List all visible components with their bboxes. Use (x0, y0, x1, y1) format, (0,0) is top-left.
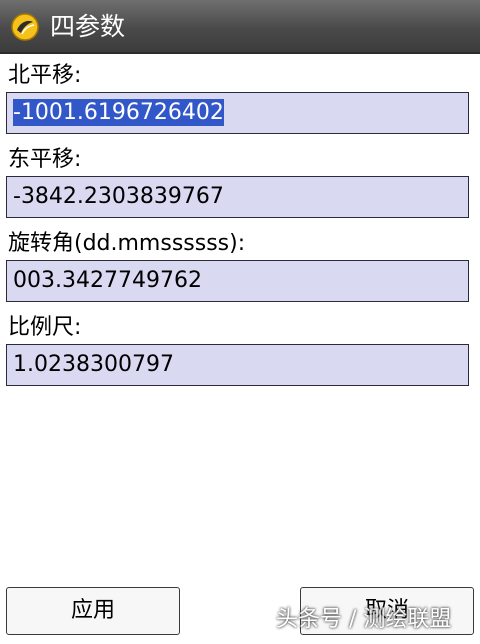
scale-label: 比例尺: (8, 315, 82, 340)
east-shift-input[interactable]: -3842.2303839767 (6, 176, 469, 218)
north-shift-input[interactable]: -1001.6196726402 (6, 92, 469, 134)
rotation-angle-label: 旋转角(dd.mmssssss): (8, 231, 246, 256)
north-shift-value: -1001.6196726402 (13, 99, 224, 126)
window-title: 四参数 (50, 12, 126, 41)
scale-value: 1.0238300797 (13, 352, 174, 377)
app-icon (11, 13, 39, 41)
cancel-button[interactable]: 取消 (300, 587, 474, 635)
rotation-angle-input[interactable]: 003.3427749762 (6, 260, 469, 302)
east-shift-label: 东平移: (8, 147, 82, 172)
east-shift-value: -3842.2303839767 (13, 184, 224, 209)
north-shift-label: 北平移: (8, 63, 82, 88)
rotation-angle-value: 003.3427749762 (13, 268, 202, 293)
title-bar: 四参数 (0, 0, 480, 54)
apply-button[interactable]: 应用 (6, 587, 180, 635)
scale-input[interactable]: 1.0238300797 (6, 344, 469, 386)
